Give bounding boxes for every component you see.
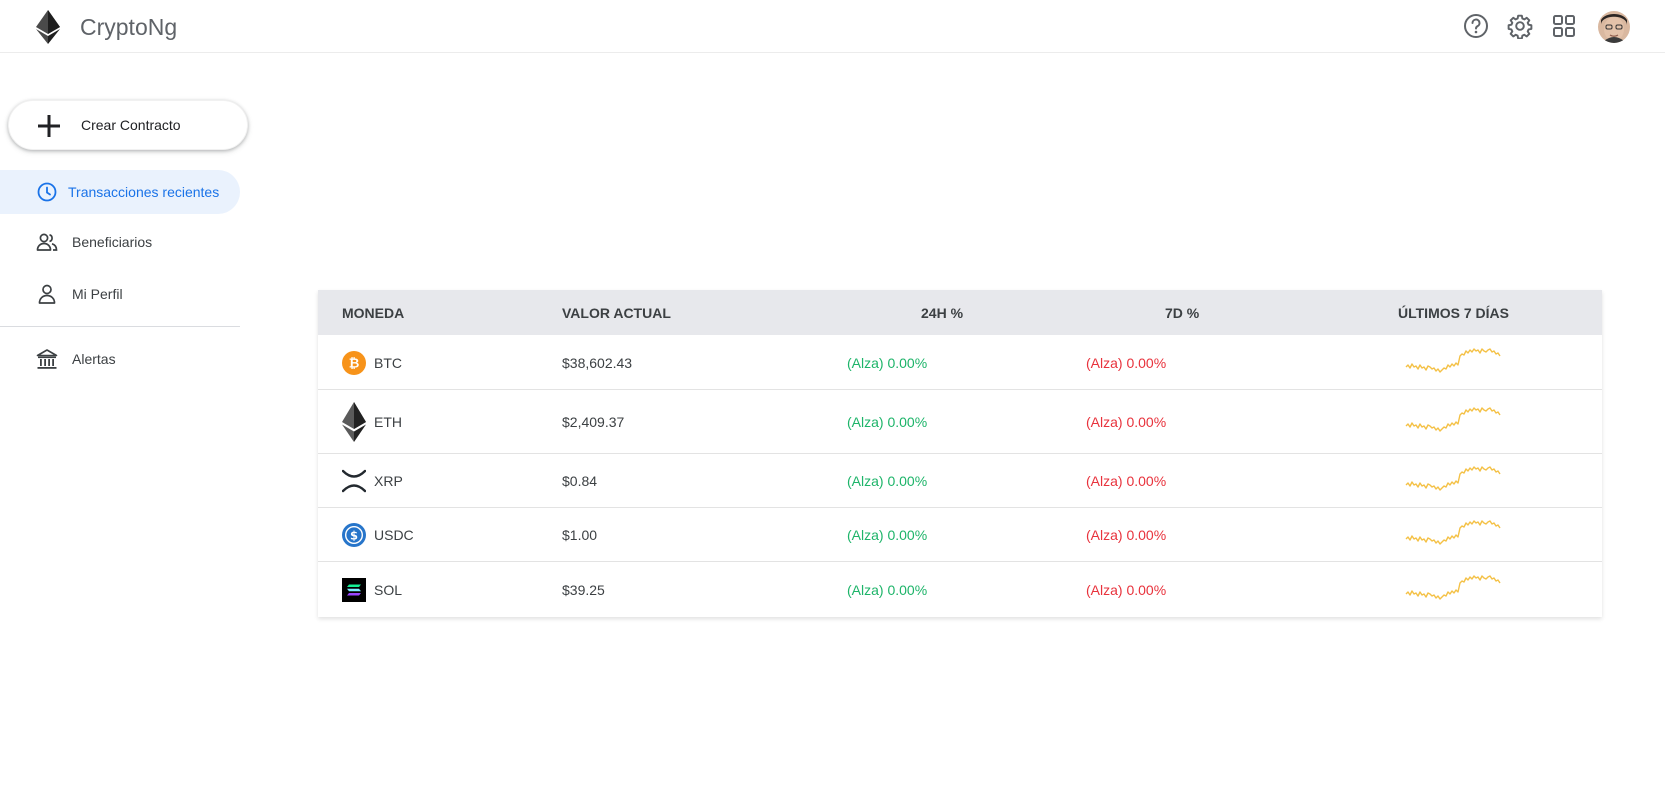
sparkline-chart xyxy=(1405,520,1501,545)
coin-symbol: USDC xyxy=(374,527,414,543)
coin-symbol: ETH xyxy=(374,414,402,430)
change-24h: (Alza) 0.00% xyxy=(847,582,928,598)
change-24h: (Alza) 0.00% xyxy=(847,527,928,543)
sparkline-chart xyxy=(1405,348,1501,373)
bitcoin-icon: ₿ xyxy=(342,351,366,375)
change-7d: (Alza) 0.00% xyxy=(1086,355,1167,371)
gear-icon[interactable] xyxy=(1506,12,1534,40)
bank-icon xyxy=(36,349,58,369)
coin-symbol: SOL xyxy=(374,582,403,598)
column-header-last-7-days: ÚLTIMOS 7 DÍAS xyxy=(1398,305,1509,321)
solana-icon xyxy=(342,578,366,602)
column-header-current-value: VALOR ACTUAL xyxy=(562,305,671,321)
change-7d: (Alza) 0.00% xyxy=(1086,473,1167,489)
sparkline-chart xyxy=(1405,466,1501,491)
sidebar-item-label: Mi Perfil xyxy=(72,286,123,302)
column-header-7d: 7D % xyxy=(1165,305,1200,321)
change-24h: (Alza) 0.00% xyxy=(847,355,928,371)
sidebar-item-label: Beneficiarios xyxy=(72,234,153,250)
usdc-icon: $ xyxy=(342,523,366,547)
current-value: $0.84 xyxy=(562,473,598,489)
sidebar-item-label: Alertas xyxy=(72,351,116,367)
column-header-24h: 24H % xyxy=(921,305,964,321)
current-value: $39.25 xyxy=(562,582,605,598)
table-row[interactable]: ETH $2,409.37 (Alza) 0.00% (Alza) 0.00% xyxy=(318,390,1602,454)
coin-symbol: BTC xyxy=(374,355,402,371)
sidebar-divider xyxy=(0,326,240,327)
sidebar-item-recent-transactions[interactable]: Transacciones recientes xyxy=(0,170,240,214)
table-row[interactable]: ₿ BTC $38,602.43 (Alza) 0.00% (Alza) 0.0… xyxy=(318,335,1602,390)
apps-grid-icon[interactable] xyxy=(1550,12,1578,40)
avatar[interactable] xyxy=(1598,11,1630,43)
create-contract-label: Crear Contracto xyxy=(81,117,181,133)
change-24h: (Alza) 0.00% xyxy=(847,414,928,430)
svg-text:₿: ₿ xyxy=(349,357,360,372)
help-icon[interactable] xyxy=(1462,12,1490,40)
current-value: $38,602.43 xyxy=(562,355,633,371)
sparkline-line xyxy=(1405,575,1501,600)
sidebar-item-my-profile[interactable]: Mi Perfil xyxy=(0,272,240,316)
create-contract-button[interactable]: Crear Contracto xyxy=(8,100,248,150)
current-value: $1.00 xyxy=(562,527,598,543)
crypto-prices-table: MONEDA VALOR ACTUAL 24H % 7D % ÚLTIMOS 7… xyxy=(318,290,1602,617)
sidebar-item-beneficiaries[interactable]: Beneficiarios xyxy=(0,220,240,264)
table-row[interactable]: $ USDC $1.00 (Alza) 0.00% (Alza) 0.00% xyxy=(318,508,1602,562)
change-7d: (Alza) 0.00% xyxy=(1086,582,1167,598)
sidebar-item-label: Transacciones recientes xyxy=(68,184,220,200)
change-7d: (Alza) 0.00% xyxy=(1086,527,1167,543)
svg-text:$: $ xyxy=(350,528,358,542)
sparkline-line xyxy=(1405,407,1501,432)
sparkline-chart xyxy=(1405,407,1501,432)
sidebar-item-alerts[interactable]: Alertas xyxy=(0,337,240,381)
ethereum-logo-icon[interactable] xyxy=(36,10,60,44)
sparkline-chart xyxy=(1405,575,1501,600)
coin-symbol: XRP xyxy=(374,473,403,489)
current-value: $2,409.37 xyxy=(562,414,625,430)
table-row[interactable]: XRP $0.84 (Alza) 0.00% (Alza) 0.00% xyxy=(318,454,1602,508)
top-app-bar: CryptoNg xyxy=(0,0,1665,53)
change-7d: (Alza) 0.00% xyxy=(1086,414,1167,430)
ethereum-icon xyxy=(342,402,366,442)
people-icon xyxy=(36,233,58,251)
xrp-icon xyxy=(342,469,366,493)
table-row[interactable]: SOL $39.25 (Alza) 0.00% (Alza) 0.00% xyxy=(318,562,1602,617)
person-icon xyxy=(38,284,56,304)
plus-icon xyxy=(38,115,60,137)
table-header-row: MONEDA VALOR ACTUAL 24H % 7D % ÚLTIMOS 7… xyxy=(318,290,1602,335)
column-header-coin: MONEDA xyxy=(342,305,405,321)
clock-icon xyxy=(37,182,57,202)
sparkline-line xyxy=(1405,520,1501,545)
app-title[interactable]: CryptoNg xyxy=(80,14,177,41)
sparkline-line xyxy=(1405,466,1501,491)
sparkline-line xyxy=(1405,348,1501,373)
change-24h: (Alza) 0.00% xyxy=(847,473,928,489)
